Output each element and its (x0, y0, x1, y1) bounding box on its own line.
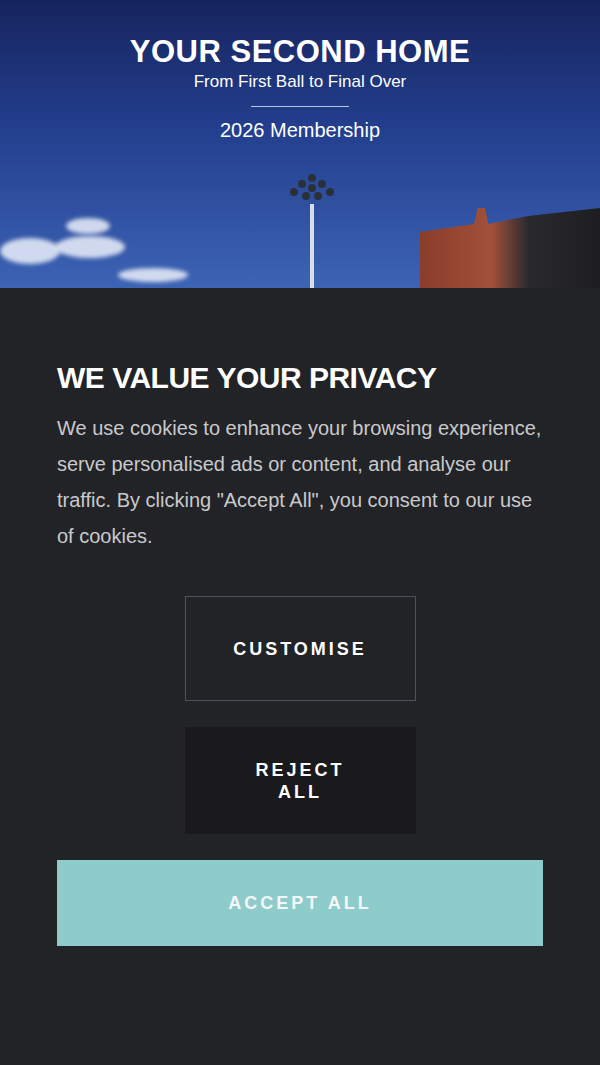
cloud (0, 238, 60, 264)
hero-subtitle: From First Ball to Final Over (194, 72, 407, 92)
hero-caption: 2026 Membership (220, 119, 380, 142)
cookie-panel: WE VALUE YOUR PRIVACY We use cookies to e… (0, 288, 600, 1065)
outline-button[interactable]: CUSTOMISE (185, 596, 416, 701)
cloud (118, 268, 188, 282)
primary-button[interactable]: ACCEPT ALL (57, 860, 543, 946)
page: YOUR SECOND HOMEFrom First Ball to Final… (0, 0, 600, 1065)
hero-divider (251, 106, 349, 107)
dark-button[interactable]: REJECT ALL (185, 727, 416, 834)
hero-banner: YOUR SECOND HOMEFrom First Ball to Final… (0, 0, 600, 288)
cloud (55, 236, 125, 258)
pavilion (420, 208, 600, 288)
floodlight-icon (280, 168, 344, 288)
cloud (66, 218, 110, 234)
cookie-title: WE VALUE YOUR PRIVACY (57, 360, 543, 396)
cookie-text: We use cookies to enhance your browsing … (57, 410, 543, 554)
cookie-buttons: CUSTOMISE REJECT ALL ACCEPT ALL (57, 596, 543, 946)
hero-title: YOUR SECOND HOME (130, 34, 470, 70)
